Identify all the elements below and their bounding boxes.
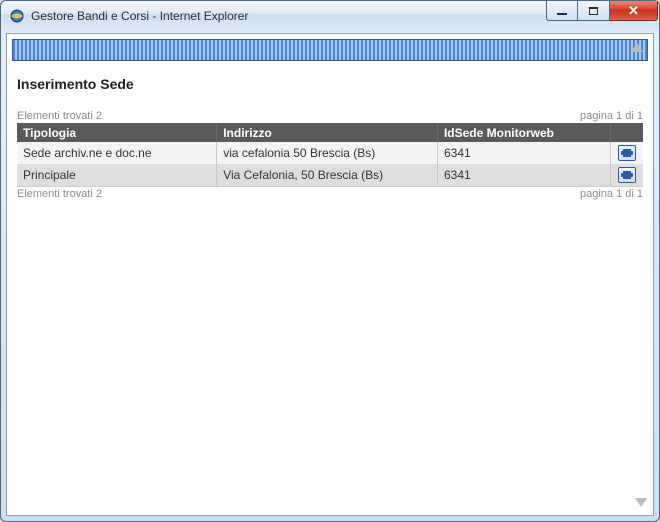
meta-row-top: Elementi trovati 2 pagina 1 di 1 [17, 110, 643, 124]
select-row-icon[interactable] [618, 167, 636, 183]
table-row[interactable]: Sede archiv.ne e doc.ne via cefalonia 50… [17, 142, 643, 164]
cell-tipologia: Principale [17, 164, 217, 186]
select-row-icon[interactable] [618, 145, 636, 161]
scroll-down-icon[interactable] [635, 498, 647, 507]
page-title: Inserimento Sede [17, 76, 643, 92]
content-area: Inserimento Sede Elementi trovati 2 pagi… [7, 66, 653, 515]
pagination-bottom: pagina 1 di 1 [580, 188, 643, 200]
table-row[interactable]: Principale Via Cefalonia, 50 Brescia (Bs… [17, 164, 643, 186]
maximize-button[interactable] [578, 1, 610, 21]
cell-indirizzo: via cefalonia 50 Brescia (Bs) [217, 142, 438, 164]
cell-idsede: 6341 [437, 164, 610, 186]
minimize-button[interactable] [546, 1, 578, 21]
window-controls: ✕ [546, 1, 659, 21]
ie-icon [9, 8, 25, 24]
header-stripe-bar [12, 39, 648, 61]
client-area: Inserimento Sede Elementi trovati 2 pagi… [6, 33, 654, 516]
close-button[interactable]: ✕ [610, 1, 658, 21]
sede-table: Tipologia Indirizzo IdSede Monitorweb Se… [17, 124, 643, 186]
window-title: Gestore Bandi e Corsi - Internet Explore… [31, 9, 248, 23]
cell-indirizzo: Via Cefalonia, 50 Brescia (Bs) [217, 164, 438, 186]
meta-row-bottom: Elementi trovati 2 pagina 1 di 1 [17, 186, 643, 200]
th-indirizzo[interactable]: Indirizzo [217, 124, 438, 142]
elements-found-bottom: Elementi trovati 2 [17, 188, 102, 200]
cell-idsede: 6341 [437, 142, 610, 164]
titlebar[interactable]: Gestore Bandi e Corsi - Internet Explore… [1, 1, 659, 31]
pagination-top: pagina 1 di 1 [580, 110, 643, 122]
cell-tipologia: Sede archiv.ne e doc.ne [17, 142, 217, 164]
th-idsede[interactable]: IdSede Monitorweb [437, 124, 610, 142]
elements-found-top: Elementi trovati 2 [17, 110, 102, 122]
window-frame: Gestore Bandi e Corsi - Internet Explore… [0, 0, 660, 522]
th-action [611, 124, 643, 142]
close-icon: ✕ [628, 4, 639, 17]
th-tipologia[interactable]: Tipologia [17, 124, 217, 142]
scroll-up-icon[interactable] [631, 43, 643, 52]
table-header-row: Tipologia Indirizzo IdSede Monitorweb [17, 124, 643, 142]
